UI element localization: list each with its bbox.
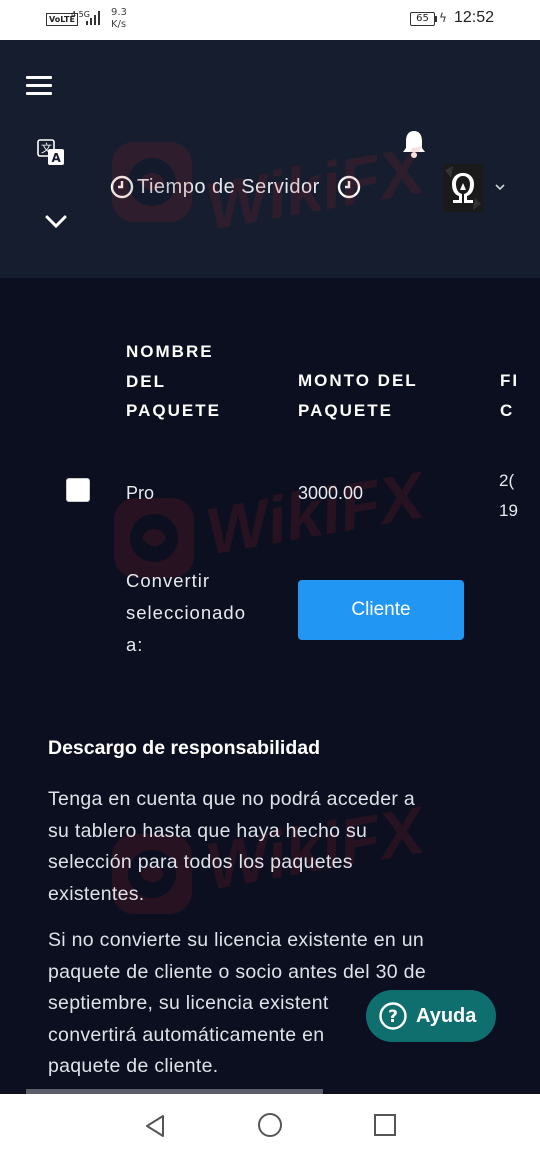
disclaimer-title: Descargo de responsabilidad [48, 737, 321, 759]
convert-label-line: a: [126, 634, 144, 655]
clock-icon-right [337, 175, 360, 199]
translate-icon[interactable]: 文 A [37, 139, 65, 167]
package-name-cell: Pro [126, 483, 155, 503]
column-header-line: MONTO DEL [298, 371, 418, 390]
column-header-line: DEL [126, 371, 166, 391]
column-header-date: FI C [500, 366, 540, 425]
avatar-logo-icon [443, 164, 483, 212]
network-speed-unit: K/s [111, 19, 127, 30]
help-button[interactable]: ? Ayuda [366, 990, 496, 1042]
disclaimer-line: Tenga en cuenta que no podrá acceder a [48, 788, 416, 810]
disclaimer-line: paquete de cliente. [48, 1055, 219, 1077]
convert-label-line: seleccionado [126, 602, 246, 623]
convert-label-line: Convertir [126, 570, 211, 591]
server-time: Tiempo de Servidor [110, 172, 361, 202]
column-header-package-amount: MONTO DEL PAQUETE [298, 366, 418, 425]
column-header-package-name: NOMBRE DEL PAQUETE [126, 337, 221, 426]
recent-apps-icon[interactable] [373, 1113, 397, 1137]
network-speed: 9.3 K/s [111, 7, 127, 31]
column-header-line: PAQUETE [298, 400, 393, 420]
disclaimer-line: existentes. [48, 882, 145, 905]
column-header-line: PAQUETE [126, 401, 221, 420]
disclaimer-line: selección para todos los paquetes [48, 851, 353, 873]
bell-icon[interactable] [398, 128, 430, 160]
home-icon[interactable] [257, 1112, 283, 1138]
package-date-line: 19 [499, 501, 518, 520]
charging-icon: ϟ [439, 11, 447, 25]
column-header-line: FI [500, 371, 520, 390]
disclaimer-line: su tablero hasta que haya hecho su [48, 819, 368, 842]
back-icon[interactable] [143, 1113, 167, 1139]
signal-icon [86, 11, 102, 25]
disclaimer-paragraph-1: Tenga en cuenta que no podrá acceder a s… [48, 784, 508, 910]
battery-icon: 65 [410, 12, 435, 26]
menu-icon[interactable] [26, 76, 52, 96]
battery-nub [435, 16, 437, 22]
network-speed-value: 9.3 [111, 7, 127, 18]
column-header-line: C [500, 400, 515, 420]
status-bar: VoLTE 4.5G 9.3 K/s 65 ϟ 12:52 [0, 0, 540, 40]
clock-icon [110, 175, 134, 199]
svg-text:A: A [52, 151, 62, 165]
convert-selected-label: Convertir seleccionado a: [126, 565, 276, 661]
package-date-line: 2( [499, 471, 515, 490]
package-amount-cell: 3000.00 [298, 483, 364, 503]
expand-chevron-icon[interactable] [44, 212, 68, 232]
watermark-text: WikiFX [200, 457, 430, 569]
package-date-cell: 2( 19 [499, 466, 540, 526]
top-header: 文 A Tiempo de Servidor [0, 40, 540, 278]
select-package-checkbox[interactable] [66, 478, 90, 502]
help-icon: ? [379, 1002, 407, 1030]
server-time-label: Tiempo de Servidor [137, 175, 320, 198]
column-header-line: NOMBRE [126, 342, 214, 361]
disclaimer-line: Si no convierte su licencia existente en… [48, 929, 425, 951]
chevron-down-icon[interactable] [494, 181, 506, 193]
svg-text:?: ? [388, 1007, 398, 1027]
clock-time: 12:52 [454, 9, 495, 26]
avatar[interactable] [443, 164, 483, 212]
client-button[interactable]: Cliente [298, 580, 464, 640]
disclaimer-line: paquete de cliente o socio antes del 30 … [48, 960, 426, 983]
help-label: Ayuda [416, 1004, 477, 1027]
